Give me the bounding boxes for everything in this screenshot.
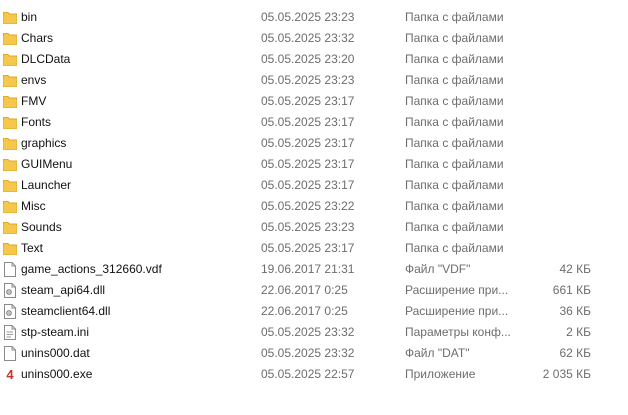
settings-file-icon (3, 325, 17, 340)
file-date-modified: 05.05.2025 23:32 (261, 346, 355, 360)
file-type: Файл "VDF" (405, 262, 471, 276)
file-name[interactable]: Launcher (21, 175, 71, 196)
file-type: Файл "DAT" (405, 346, 470, 360)
folder-icon (3, 73, 17, 88)
file-name[interactable]: FMV (21, 91, 46, 112)
file-row[interactable]: DLCData 05.05.2025 23:20 Папка с файлами (0, 49, 628, 70)
file-row[interactable]: Text 05.05.2025 23:17 Папка с файлами (0, 238, 628, 259)
file-date-modified: 05.05.2025 23:17 (261, 136, 355, 150)
file-type: Папка с файлами (405, 31, 504, 45)
file-row[interactable]: Fonts 05.05.2025 23:17 Папка с файлами (0, 112, 628, 133)
file-date-modified: 05.05.2025 23:17 (261, 178, 355, 192)
file-name[interactable]: stp-steam.ini (21, 322, 89, 343)
file-type: Папка с файлами (405, 52, 504, 66)
file-name[interactable]: unins000.dat (21, 343, 90, 364)
file-type: Папка с файлами (405, 220, 504, 234)
folder-icon (3, 178, 17, 193)
file-type: Папка с файлами (405, 199, 504, 213)
file-name[interactable]: Text (21, 238, 43, 259)
file-name[interactable]: unins000.exe (21, 364, 92, 385)
file-row[interactable]: Misc 05.05.2025 23:22 Папка с файлами (0, 196, 628, 217)
file-list: bin 05.05.2025 23:23 Папка с файлами Chars 0… (0, 7, 628, 385)
file-type: Параметры конф... (405, 325, 511, 339)
file-date-modified: 05.05.2025 23:23 (261, 10, 355, 24)
file-size: 661 КБ (552, 283, 591, 297)
file-type: Расширение при... (405, 283, 509, 297)
file-date-modified: 05.05.2025 23:32 (261, 31, 355, 45)
file-name[interactable]: game_actions_312660.vdf (21, 259, 162, 280)
file-name[interactable]: envs (21, 70, 46, 91)
file-icon (3, 262, 17, 277)
file-row[interactable]: bin 05.05.2025 23:23 Папка с файлами (0, 7, 628, 28)
file-name[interactable]: GUIMenu (21, 154, 72, 175)
file-type: Папка с файлами (405, 94, 504, 108)
file-date-modified: 05.05.2025 23:23 (261, 220, 355, 234)
file-date-modified: 05.05.2025 23:17 (261, 115, 355, 129)
file-date-modified: 19.06.2017 21:31 (261, 262, 355, 276)
file-name[interactable]: DLCData (21, 49, 70, 70)
file-size: 62 КБ (559, 346, 591, 360)
folder-icon (3, 10, 17, 25)
file-icon (3, 346, 17, 361)
folder-icon (3, 199, 17, 214)
file-size: 42 КБ (559, 262, 591, 276)
file-row[interactable]: Launcher 05.05.2025 23:17 Папка с файлами (0, 175, 628, 196)
file-name[interactable]: Sounds (21, 217, 62, 238)
dll-icon (3, 304, 17, 319)
folder-icon (3, 136, 17, 151)
file-row[interactable]: unins000.dat 05.05.2025 23:32 Файл "DAT" 62… (0, 343, 628, 364)
file-date-modified: 22.06.2017 0:25 (261, 283, 348, 297)
file-size: 36 КБ (559, 304, 591, 318)
file-type: Расширение при... (405, 304, 509, 318)
file-date-modified: 05.05.2025 23:17 (261, 94, 355, 108)
file-type: Папка с файлами (405, 178, 504, 192)
file-row[interactable]: steam_api64.dll 22.06.2017 0:25 Расширение… (0, 280, 628, 301)
file-type: Папка с файлами (405, 10, 504, 24)
file-date-modified: 05.05.2025 22:57 (261, 367, 355, 381)
file-row[interactable]: game_actions_312660.vdf 19.06.2017 21:31 Ф… (0, 259, 628, 280)
file-row[interactable]: 4 unins000.exe 05.05.2025 22:57 Приложение 2… (0, 364, 628, 385)
file-name[interactable]: bin (21, 7, 37, 28)
file-row[interactable]: steamclient64.dll 22.06.2017 0:25 Расширен… (0, 301, 628, 322)
file-row[interactable]: FMV 05.05.2025 23:17 Папка с файлами (0, 91, 628, 112)
file-type: Приложение (405, 367, 476, 381)
file-row[interactable]: Chars 05.05.2025 23:32 Папка с файлами (0, 28, 628, 49)
file-name[interactable]: steamclient64.dll (21, 301, 110, 322)
folder-icon (3, 157, 17, 172)
file-date-modified: 05.05.2025 23:17 (261, 157, 355, 171)
file-date-modified: 05.05.2025 23:20 (261, 52, 355, 66)
file-size: 2 КБ (566, 325, 591, 339)
file-type: Папка с файлами (405, 73, 504, 87)
file-date-modified: 05.05.2025 23:17 (261, 241, 355, 255)
folder-icon (3, 115, 17, 130)
folder-icon (3, 241, 17, 256)
file-row[interactable]: stp-steam.ini 05.05.2025 23:32 Параметры к… (0, 322, 628, 343)
file-type: Папка с файлами (405, 115, 504, 129)
folder-icon (3, 31, 17, 46)
file-date-modified: 05.05.2025 23:22 (261, 199, 355, 213)
file-row[interactable]: envs 05.05.2025 23:23 Папка с файлами (0, 70, 628, 91)
exe-icon: 4 (6, 367, 14, 382)
file-name[interactable]: Misc (21, 196, 46, 217)
dll-icon (3, 283, 17, 298)
folder-icon (3, 52, 17, 67)
file-size: 2 035 КБ (542, 367, 591, 381)
file-date-modified: 22.06.2017 0:25 (261, 304, 348, 318)
folder-icon (3, 94, 17, 109)
file-row[interactable]: Sounds 05.05.2025 23:23 Папка с файлами (0, 217, 628, 238)
file-type: Папка с файлами (405, 241, 504, 255)
folder-icon (3, 220, 17, 235)
file-type: Папка с файлами (405, 136, 504, 150)
file-name[interactable]: Chars (21, 28, 53, 49)
file-date-modified: 05.05.2025 23:32 (261, 325, 355, 339)
file-row[interactable]: GUIMenu 05.05.2025 23:17 Папка с файлами (0, 154, 628, 175)
file-date-modified: 05.05.2025 23:23 (261, 73, 355, 87)
file-type: Папка с файлами (405, 157, 504, 171)
file-name[interactable]: graphics (21, 133, 66, 154)
file-name[interactable]: steam_api64.dll (21, 280, 105, 301)
file-name[interactable]: Fonts (21, 112, 51, 133)
file-row[interactable]: graphics 05.05.2025 23:17 Папка с файлами (0, 133, 628, 154)
